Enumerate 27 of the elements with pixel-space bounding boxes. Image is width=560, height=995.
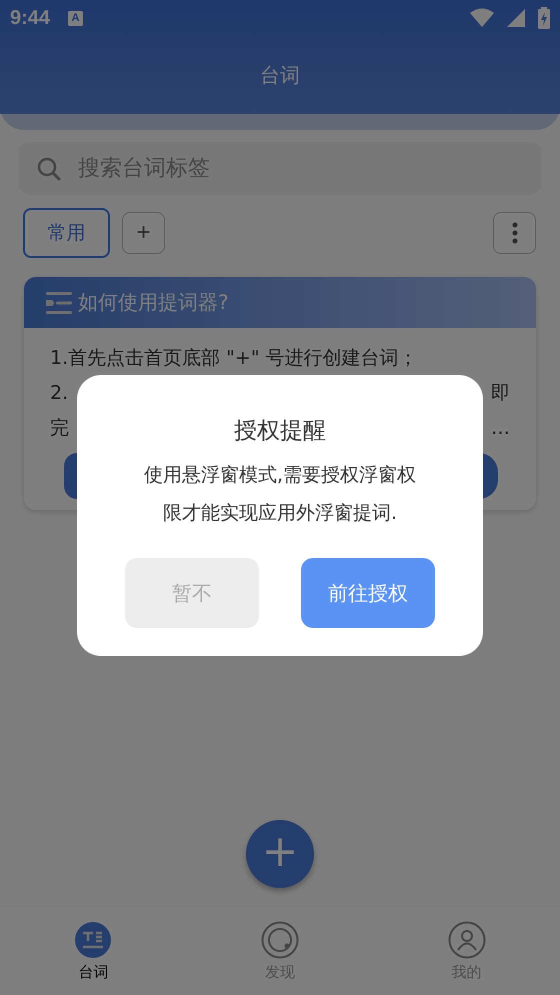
dialog-message: 使用悬浮窗模式,需要授权浮窗权限才能实现应用外浮窗提词. (142, 463, 418, 526)
tag-chip[interactable]: 常用 (23, 208, 110, 258)
card-text: 即 (491, 380, 510, 406)
more-button[interactable] (493, 212, 536, 254)
notification-icon: A (68, 10, 84, 26)
card-text: … (491, 416, 510, 438)
confirm-button[interactable]: 前往授权 (301, 558, 435, 628)
add-button[interactable]: + (246, 820, 314, 888)
list-icon (46, 292, 72, 314)
header-title: 台词 (260, 62, 300, 88)
card-text: 1.首先点击首页底部 "+" 号进行创建台词； (50, 346, 418, 370)
profile-icon (448, 920, 486, 958)
card-title: 如何使用提词器? (78, 289, 229, 316)
add-tag-button[interactable]: + (122, 212, 165, 254)
more-icon (512, 221, 518, 245)
search-icon (36, 156, 62, 182)
discover-icon (261, 920, 299, 958)
status-time: 9:44 (10, 6, 50, 30)
card-text: 完 (50, 416, 69, 440)
battery-icon (538, 7, 550, 29)
wifi-icon (470, 8, 494, 28)
card-text: 2. (50, 382, 68, 404)
dialog-title: 授权提醒 (234, 417, 326, 446)
script-icon (74, 920, 112, 958)
nav-tab[interactable]: 台词 (0, 907, 187, 995)
signal-icon (506, 8, 526, 28)
cancel-button[interactable]: 暂不 (125, 558, 259, 628)
